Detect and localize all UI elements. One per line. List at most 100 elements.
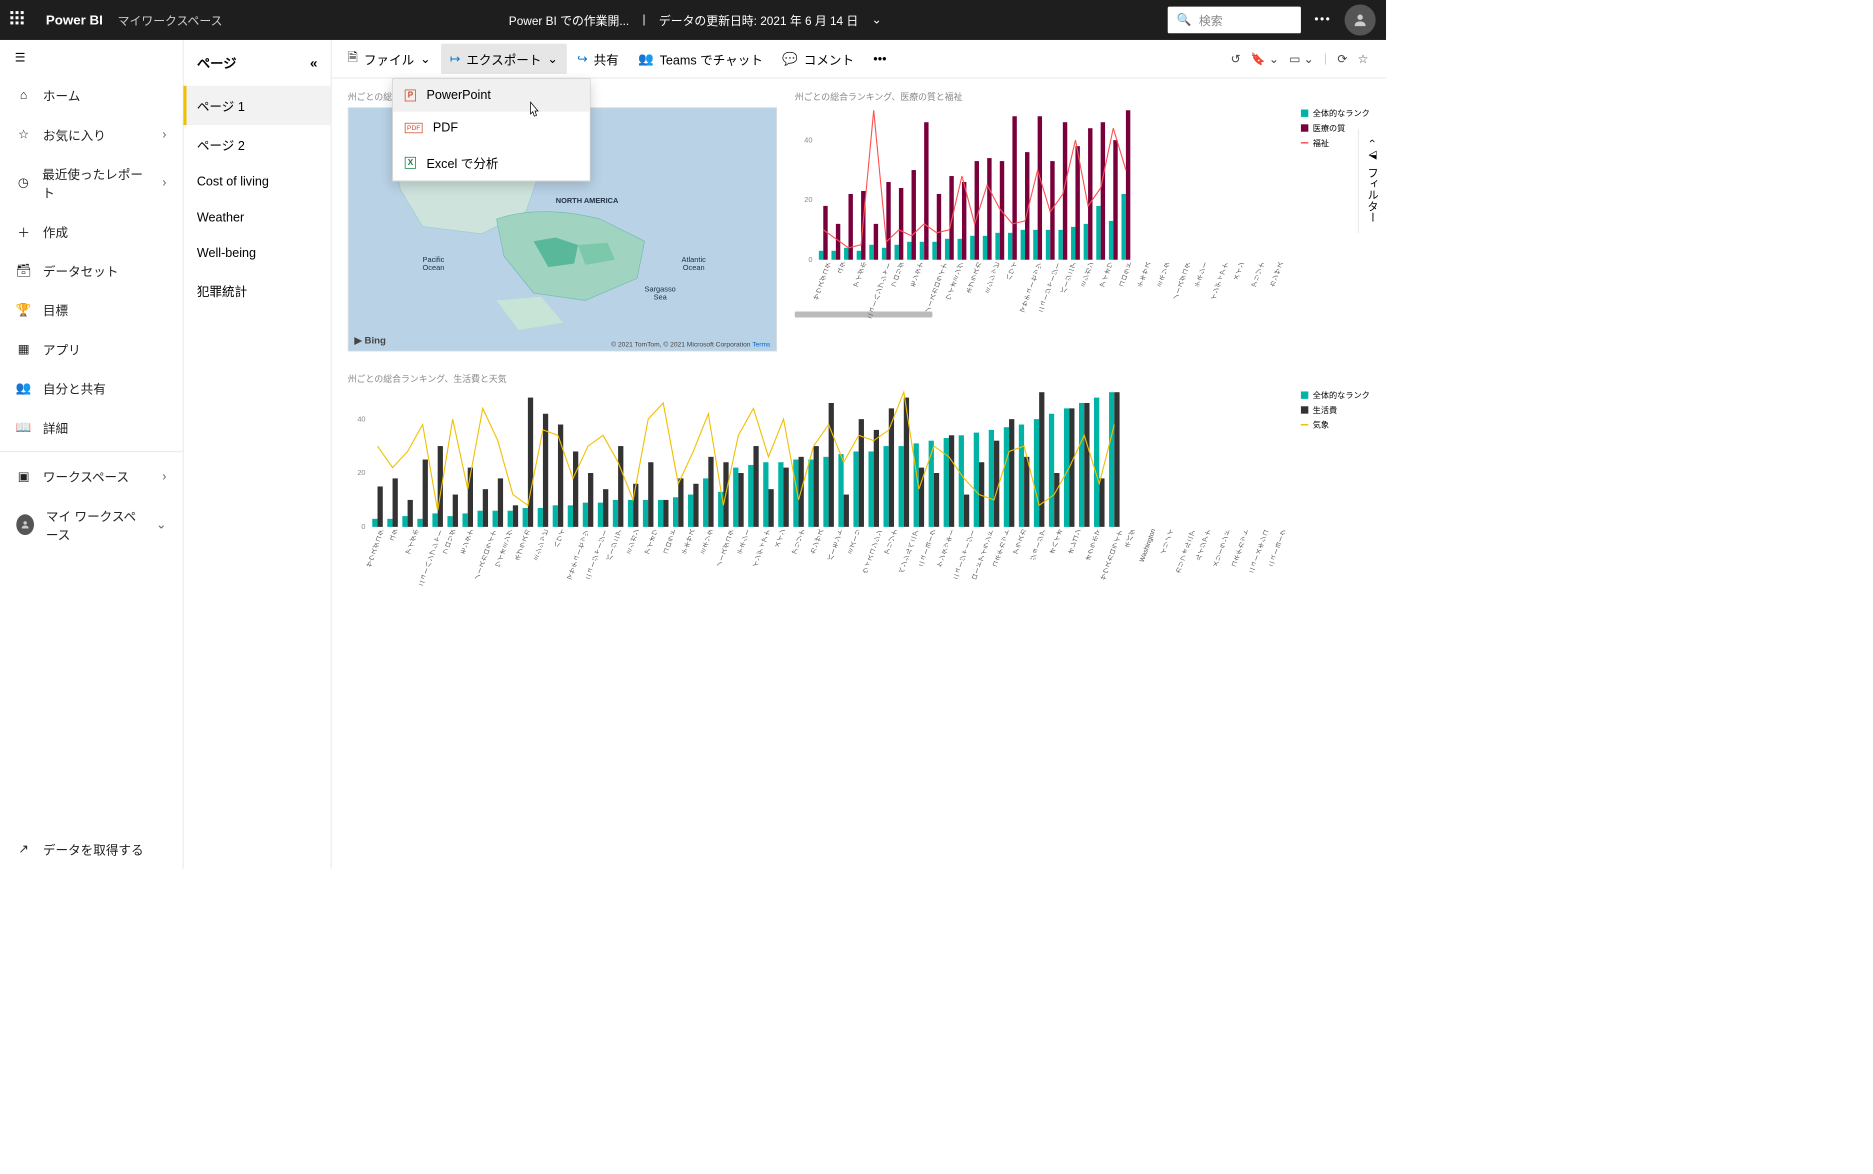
map-credits: © 2021 TomTom, © 2021 Microsoft Corporat…: [611, 340, 770, 347]
more-toolbar-button[interactable]: •••: [864, 46, 895, 73]
file-icon: 🗎: [348, 48, 358, 69]
dataset-icon: 🗃: [16, 263, 31, 278]
chevron-down-icon: ⌄: [420, 51, 431, 66]
svg-text:0: 0: [808, 255, 812, 263]
export-powerpoint[interactable]: P PowerPoint: [393, 79, 590, 112]
svg-text:20: 20: [804, 195, 812, 204]
search-input[interactable]: 🔍 検索: [1168, 7, 1301, 34]
share-button[interactable]: ↪ 共有: [568, 44, 627, 74]
chevron-down-icon[interactable]: ⌄: [872, 13, 882, 28]
chart-legend: 全体的なランク生活費気象: [1301, 389, 1370, 574]
legend-item: 全体的なランク: [1301, 107, 1370, 119]
reset-icon[interactable]: ↺: [1231, 51, 1241, 66]
page-tab[interactable]: Cost of living: [184, 164, 331, 200]
svg-text:40: 40: [357, 414, 365, 423]
report-content: 🗎 ファイル ⌄ ↦ エクスポート ⌄ ↪ 共有 👥 Teams でチャット 💬…: [332, 40, 1387, 869]
nav-collapse-button[interactable]: ☰: [0, 40, 183, 76]
report-title[interactable]: Power BI での作業開...: [509, 11, 629, 29]
chevron-down-icon: ⌄: [547, 51, 558, 66]
favorite-icon[interactable]: ☆: [1358, 51, 1369, 66]
nav-get-data[interactable]: ↗ データを取得する: [0, 830, 183, 869]
filter-icon: ⧩: [1366, 150, 1379, 160]
chevron-right-icon: ›: [162, 127, 166, 142]
chevron-right-icon: ›: [162, 469, 166, 484]
nav-item-home[interactable]: ⌂ホーム: [0, 75, 183, 114]
pages-panel: ページ « ページ 1ページ 2Cost of livingWeatherWel…: [184, 40, 332, 869]
cursor-pointer-icon: [525, 101, 543, 126]
chart-title: 州ごとの総合ランキング、医療の質と福祉: [795, 90, 1370, 103]
nav-item-trophy[interactable]: 🏆目標: [0, 290, 183, 329]
excel-icon: X: [405, 157, 416, 169]
page-tab[interactable]: Well-being: [184, 235, 331, 271]
nav-workspaces-label: ワークスペース: [43, 467, 129, 486]
chart-title: 州ごとの総合ランキング、生活費と天気: [348, 372, 1370, 385]
more-icon[interactable]: •••: [1314, 13, 1331, 26]
svg-text:20: 20: [357, 468, 365, 477]
export-menu-button[interactable]: ↦ エクスポート ⌄: [441, 44, 567, 74]
map-terms-link[interactable]: Terms: [752, 340, 770, 347]
page-tab[interactable]: ページ 1: [184, 86, 331, 125]
left-nav: ☰ ⌂ホーム☆お気に入り›◷最近使ったレポート›＋作成🗃データセット🏆目標▦アプ…: [0, 40, 184, 869]
chevron-down-icon: ⌄: [156, 517, 167, 532]
nav-my-workspace[interactable]: マイ ワークスペース ⌄: [0, 496, 183, 554]
search-placeholder: 検索: [1199, 11, 1223, 29]
workspace-crumb[interactable]: マイワークスペース: [118, 11, 223, 29]
export-icon: ↦: [450, 51, 461, 66]
powerpoint-icon: P: [405, 90, 416, 102]
bing-logo: ▶ Bing: [354, 334, 385, 346]
chart-svg: 0 20 40: [795, 107, 1135, 262]
get-data-icon: ↗: [16, 842, 31, 857]
teams-chat-button[interactable]: 👥 Teams でチャット: [629, 44, 772, 74]
nav-item-share[interactable]: 👥自分と共有: [0, 369, 183, 408]
svg-text:40: 40: [804, 135, 812, 144]
page-tab[interactable]: ページ 2: [184, 125, 331, 164]
report-canvas: 州ごとの総合ランキング NORTH AMERICA Pacific Ocean: [332, 78, 1387, 868]
export-excel[interactable]: X Excel で分析: [393, 144, 590, 180]
nav-item-dataset[interactable]: 🗃データセット: [0, 251, 183, 290]
topbar: Power BI マイワークスペース Power BI での作業開... | デ…: [0, 0, 1386, 40]
nav-item-clock[interactable]: ◷最近使ったレポート›: [0, 154, 183, 212]
home-icon: ⌂: [16, 88, 31, 103]
nav-item-app[interactable]: ▦アプリ: [0, 329, 183, 368]
map-label-sargasso: Sargasso Sea: [645, 286, 676, 302]
chart-svg: 0 20 40: [348, 389, 1125, 530]
legend-item: 生活費: [1301, 404, 1370, 416]
user-avatar[interactable]: [1345, 4, 1376, 35]
file-menu-button[interactable]: 🗎 ファイル ⌄: [339, 42, 440, 75]
collapse-pages-icon[interactable]: «: [310, 55, 317, 71]
export-pdf[interactable]: PDF PDF: [393, 112, 590, 145]
chart-top-right[interactable]: 州ごとの総合ランキング、医療の質と福祉 02040サウスダコタユタアイダホニュー…: [795, 90, 1370, 351]
filters-pane-toggle[interactable]: ‹ ⧩ フィルター: [1358, 129, 1386, 234]
divider: |: [643, 13, 646, 26]
nav-get-data-label: データを取得する: [43, 840, 144, 859]
page-tab[interactable]: Weather: [184, 200, 331, 236]
workspace-avatar-icon: [16, 514, 34, 535]
page-tab[interactable]: 犯罪統計: [184, 271, 331, 310]
refresh-date[interactable]: データの更新日時: 2021 年 6 月 14 日: [659, 11, 858, 29]
trophy-icon: 🏆: [16, 302, 31, 317]
app-icon: ▦: [16, 342, 31, 357]
plus-icon: ＋: [16, 224, 31, 239]
app-launcher-icon[interactable]: [10, 11, 28, 29]
share-icon: ↪: [577, 51, 588, 66]
chevron-right-icon: ›: [162, 175, 166, 190]
workspaces-icon: ▣: [16, 469, 31, 484]
teams-icon: 👥: [638, 51, 654, 66]
legend-item: 全体的なランク: [1301, 389, 1370, 401]
nav-workspaces[interactable]: ▣ ワークスペース ›: [0, 457, 183, 496]
svg-text:0: 0: [361, 522, 365, 530]
bookmark-icon[interactable]: 🔖 ⌄: [1251, 51, 1279, 66]
nav-item-book[interactable]: 📖詳細: [0, 408, 183, 447]
refresh-icon[interactable]: ⟳: [1337, 51, 1347, 66]
view-icon[interactable]: ▭ ⌄: [1289, 51, 1313, 66]
chevron-left-icon: ‹: [1366, 139, 1379, 143]
map-label-na: NORTH AMERICA: [556, 197, 619, 205]
pdf-icon: PDF: [405, 123, 423, 133]
nav-my-workspace-label: マイ ワークスペース: [46, 506, 144, 543]
comment-button[interactable]: 💬 コメント: [773, 44, 863, 74]
chart-bottom[interactable]: 州ごとの総合ランキング、生活費と天気 02040サウスダコタユタアイダホニューハ…: [348, 372, 1370, 574]
nav-item-plus[interactable]: ＋作成: [0, 212, 183, 251]
export-dropdown: P PowerPoint PDF PDF X Excel で分析: [392, 78, 590, 181]
star-icon: ☆: [16, 127, 31, 142]
nav-item-star[interactable]: ☆お気に入り›: [0, 115, 183, 154]
